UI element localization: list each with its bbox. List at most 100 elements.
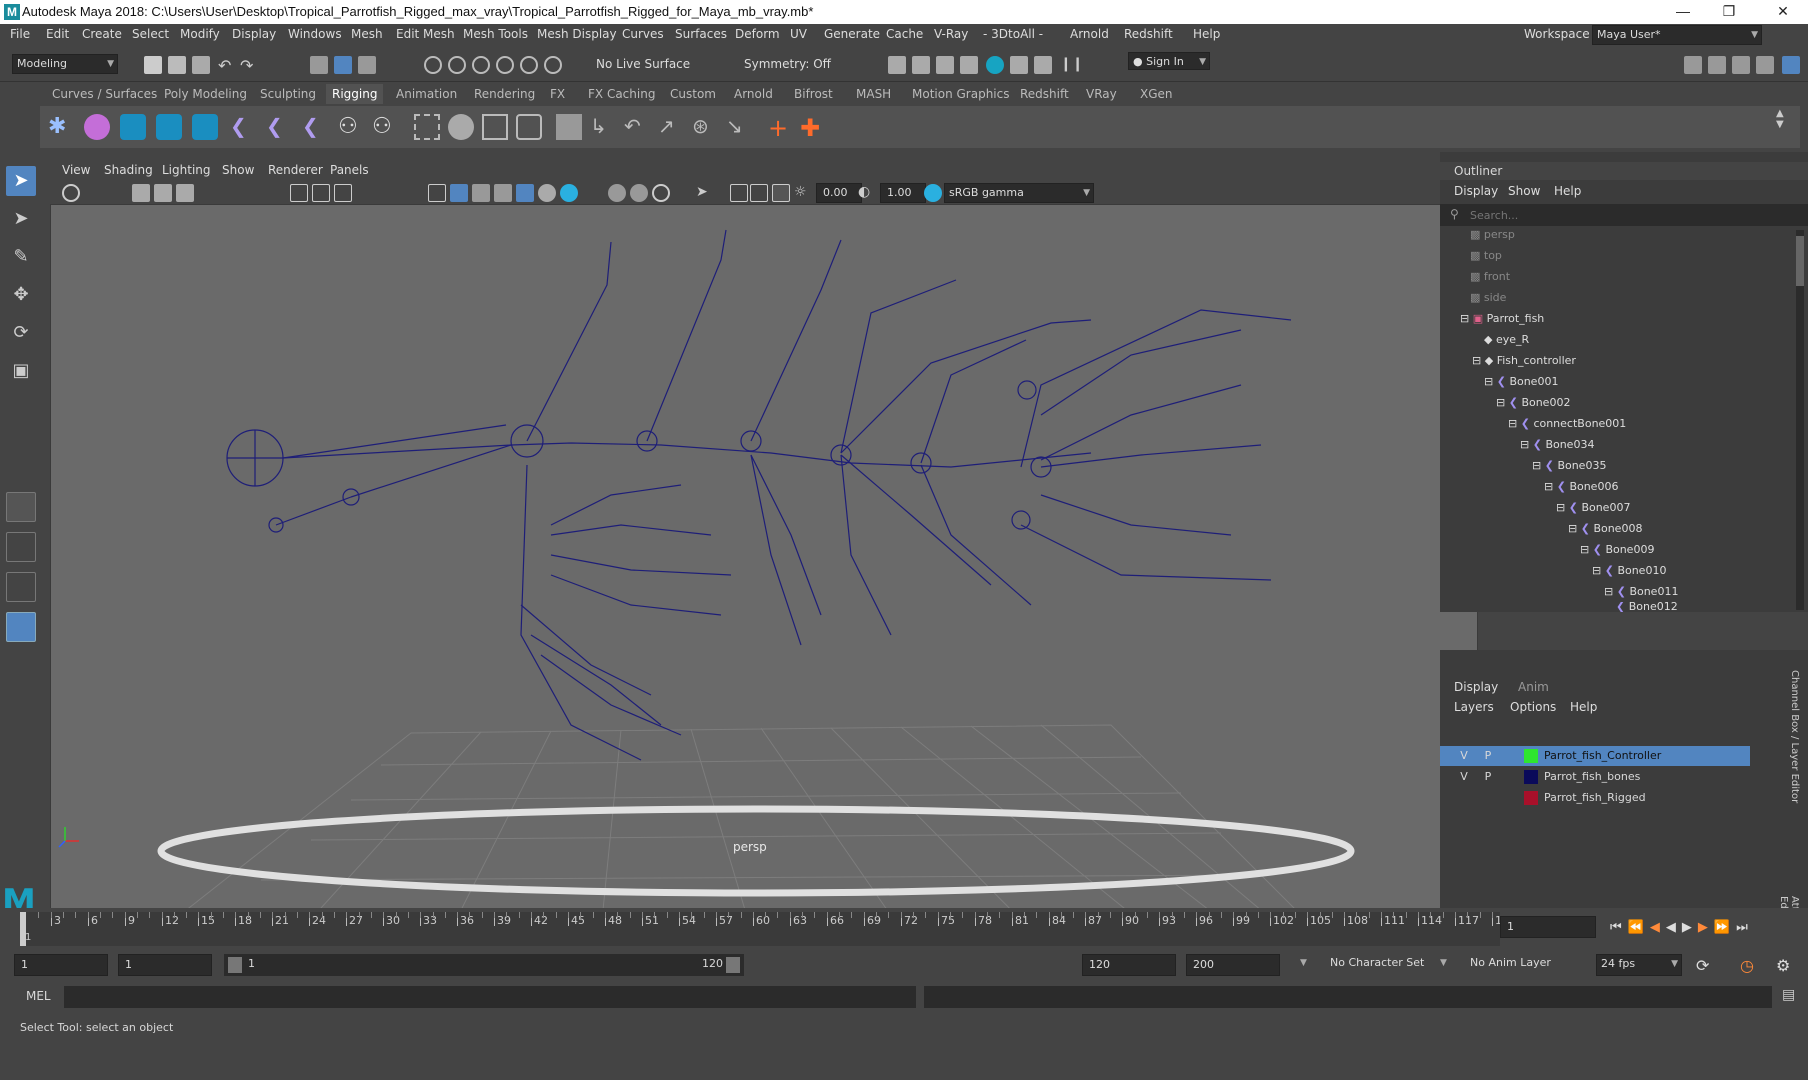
outliner-menu-show[interactable]: Show (1508, 184, 1540, 198)
shelf-tab-arnold[interactable]: Arnold (728, 84, 779, 104)
select-object-icon[interactable] (334, 56, 352, 74)
textured-icon[interactable] (494, 184, 512, 202)
mode-dropdown[interactable]: Modeling ▼ (12, 54, 118, 74)
menu-modify[interactable]: Modify (180, 27, 220, 41)
smooth-shade-icon[interactable] (450, 184, 468, 202)
go-to-end-icon[interactable]: ⏭ (1736, 920, 1748, 935)
cluster-icon[interactable] (448, 114, 474, 140)
layer-color-swatch[interactable] (1524, 791, 1538, 805)
step-forward-frame-icon[interactable]: ▶ (1698, 920, 1708, 935)
modeling-toolkit-icon[interactable] (1684, 56, 1702, 74)
menu-curves[interactable]: Curves (622, 27, 664, 41)
quick-rig-icon[interactable] (84, 114, 110, 140)
menu-cache[interactable]: Cache (886, 27, 923, 41)
animation-preferences-icon[interactable]: ⚙ (1776, 956, 1790, 975)
shelf-tab-fx[interactable]: FX (544, 84, 571, 104)
image-plane-icon[interactable] (176, 184, 194, 202)
layer-visibility-toggle[interactable]: V (1454, 767, 1474, 787)
script-editor-icon[interactable]: ▤ (1782, 987, 1795, 1003)
ik-handle-icon[interactable]: ❮ (230, 114, 256, 140)
playback-end-field[interactable]: 120 (1082, 954, 1176, 976)
render-settings-icon[interactable] (936, 56, 954, 74)
backface-icon[interactable] (772, 184, 790, 202)
shelf-tab-custom[interactable]: Custom (664, 84, 722, 104)
menu-file[interactable]: File (10, 27, 30, 41)
character-controls-icon[interactable] (156, 114, 182, 140)
layer-row-rigged[interactable]: Parrot_fish_Rigged (1440, 788, 1750, 808)
gamma-field[interactable]: 1.00 (880, 183, 926, 203)
cmd-language-label[interactable]: MEL (26, 989, 51, 1003)
outliner-item-front[interactable]: ▩ front (1470, 268, 1510, 286)
lattice-icon[interactable] (414, 114, 440, 140)
menu-mesh-tools[interactable]: Mesh Tools (463, 27, 528, 41)
anim-layer-dropdown[interactable]: ▼ No Anim Layer (1440, 954, 1574, 976)
shelf-tab-poly-modeling[interactable]: Poly Modeling (158, 84, 253, 104)
animation-end-field[interactable]: 200 (1186, 954, 1280, 976)
snap-surface-icon[interactable] (520, 56, 538, 74)
menu-arnold[interactable]: Arnold (1070, 27, 1109, 41)
shelf-tab-animation[interactable]: Animation (390, 84, 463, 104)
vray-render-icon[interactable] (986, 56, 1004, 74)
aim-constraint-icon[interactable]: ⊛ (692, 114, 718, 140)
play-forwards-icon[interactable]: ▶ (1682, 920, 1692, 935)
four-view-layout-icon[interactable] (6, 532, 36, 562)
snap-point-icon[interactable] (472, 56, 490, 74)
create-joint-icon[interactable]: ✱ (48, 114, 74, 140)
animation-start-field[interactable]: 1 (14, 954, 108, 976)
range-start-handle[interactable] (228, 957, 242, 973)
shelf-tab-vray[interactable]: VRay (1080, 84, 1123, 104)
character-set-dropdown[interactable]: ▼ No Character Set (1300, 954, 1436, 976)
shelf-tab-motion-graphics[interactable]: Motion Graphics (906, 84, 1016, 104)
undo-icon[interactable]: ↶ (218, 56, 236, 75)
parent-constraint-icon[interactable] (556, 114, 582, 140)
menu-3dtoall[interactable]: - 3DtoAll - (983, 27, 1043, 41)
rotate-tool-icon[interactable]: ⟳ (6, 318, 36, 348)
skeleton-definition-icon[interactable] (192, 114, 218, 140)
redo-icon[interactable]: ↷ (240, 56, 258, 75)
shelf-tab-rendering[interactable]: Rendering (468, 84, 541, 104)
outliner-item-bone009[interactable]: ⊟ ❮ Bone009 (1580, 541, 1654, 559)
orient-constraint-icon[interactable]: ↶ (624, 114, 650, 140)
menu-edit[interactable]: Edit (46, 27, 69, 41)
wireframe-icon[interactable] (428, 184, 446, 202)
go-to-start-icon[interactable]: ⏮ (1610, 920, 1622, 935)
lights-icon[interactable] (538, 184, 556, 202)
outliner-item-fish-controller[interactable]: ⊟ ◆ Fish_controller (1472, 352, 1576, 370)
menu-help[interactable]: Help (1193, 27, 1220, 41)
outliner-layout-icon[interactable] (6, 612, 36, 642)
time-slider[interactable]: 1 3 6 9 12 15 18 21 24 27 30 33 36 39 42 45 48 51 54 57 60 6… (0, 908, 1808, 950)
paint-select-tool-icon[interactable]: ✎ (6, 242, 36, 272)
vray-frame-buffer-icon[interactable] (1010, 56, 1028, 74)
outliner-item-bone010[interactable]: ⊟ ❮ Bone010 (1592, 562, 1666, 580)
viewport-menu-lighting[interactable]: Lighting (162, 163, 211, 177)
attribute-editor-icon[interactable] (1732, 56, 1750, 74)
step-back-frame-icon[interactable]: ◀ (1650, 920, 1660, 935)
snap-pivot-icon[interactable] (544, 56, 562, 74)
outliner-item-bone034[interactable]: ⊟ ❮ Bone034 (1520, 436, 1594, 454)
workspace-dropdown[interactable]: Maya User* ▼ (1592, 25, 1762, 45)
fish-skeleton-bones[interactable] (226, 229, 1292, 761)
outliner-scrollbar-thumb[interactable] (1796, 236, 1804, 286)
outliner-item-bone012[interactable]: ❮ Bone012 (1616, 602, 1678, 612)
two-view-layout-icon[interactable] (6, 572, 36, 602)
single-perspective-layout-icon[interactable] (6, 492, 36, 522)
pause-icon[interactable]: ❙❙ (1060, 56, 1083, 74)
playback-start-field[interactable]: 1 (118, 954, 212, 976)
human-ik-icon[interactable] (1708, 56, 1726, 74)
select-hierarchy-icon[interactable] (310, 56, 328, 74)
step-forward-key-icon[interactable]: ⏩ (1714, 920, 1730, 935)
ambient-occlusion-icon[interactable] (608, 184, 626, 202)
outliner-menu-display[interactable]: Display (1454, 184, 1498, 198)
side-tab-channel-box[interactable]: Channel Box / Layer Editor (1778, 670, 1800, 900)
maximize-button[interactable]: ❐ (1706, 0, 1752, 24)
color-management-icon[interactable] (924, 184, 942, 202)
layer-color-swatch[interactable] (1524, 749, 1538, 763)
command-input[interactable] (64, 986, 916, 1008)
perspective-viewport[interactable]: persp (50, 204, 1478, 931)
xray-joints-icon[interactable] (516, 184, 534, 202)
snap-view-icon[interactable] (496, 56, 514, 74)
bind-skin-icon[interactable]: ⚇ (338, 114, 364, 140)
xray-active-icon[interactable] (750, 184, 768, 202)
tool-settings-icon[interactable] (1756, 56, 1774, 74)
camera-attributes-icon[interactable] (62, 184, 80, 202)
